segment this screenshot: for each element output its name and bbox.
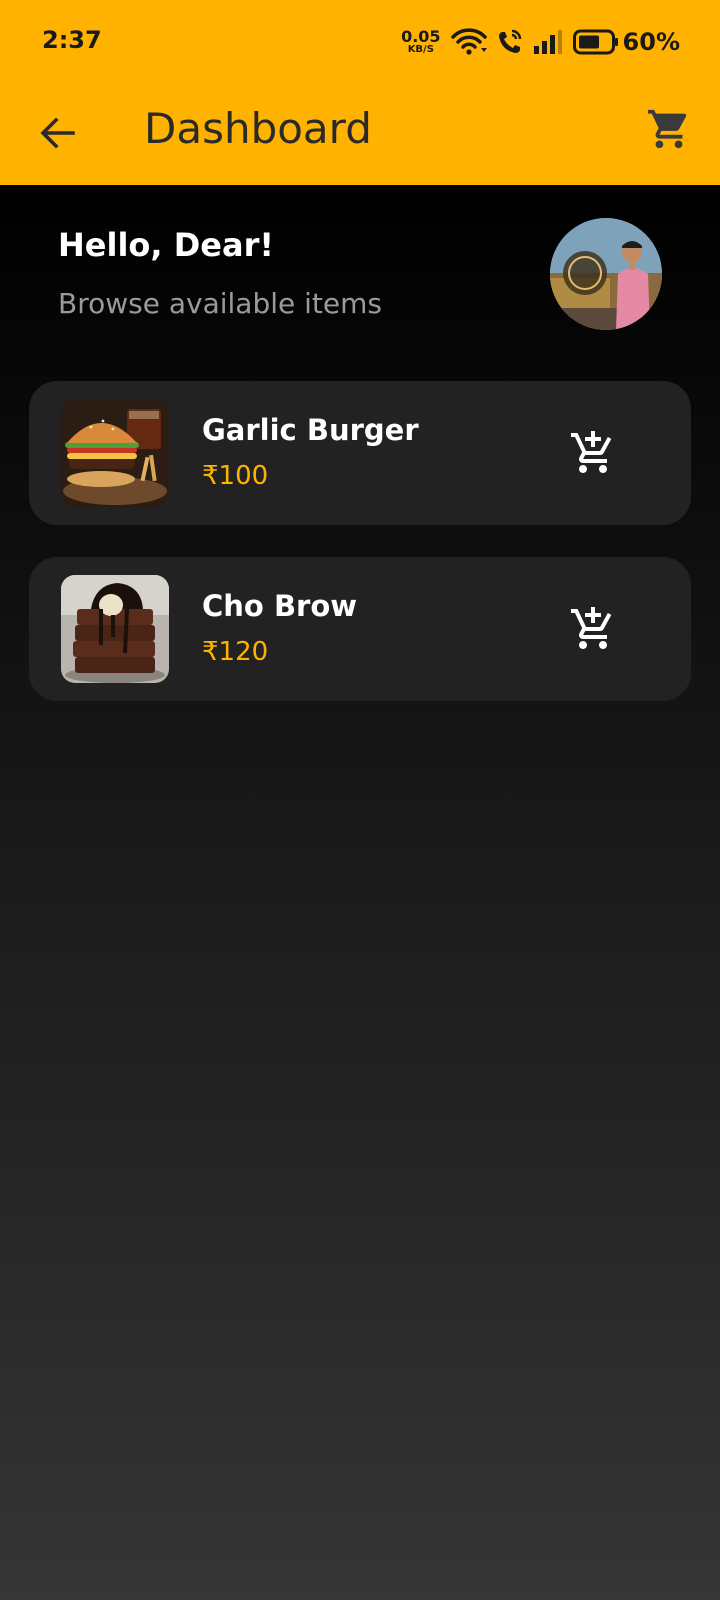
wifi-icon [450, 28, 487, 55]
status-icons: 0.05 KB/S 60% [401, 22, 680, 62]
greeting-title: Hello, Dear! [58, 226, 274, 264]
list-item[interactable]: Garlic Burger ₹100 [29, 381, 691, 525]
status-bar: 2:37 0.05 KB/S 60% [0, 0, 720, 82]
battery-icon [572, 29, 618, 55]
network-speed-unit: KB/S [407, 44, 434, 55]
signal-icon [533, 30, 562, 54]
add-to-cart-button[interactable] [569, 429, 617, 477]
greeting-subtitle: Browse available items [58, 287, 382, 320]
network-speed-value: 0.05 [401, 27, 441, 46]
shopping-cart-icon [647, 109, 687, 149]
add-to-cart-button[interactable] [569, 605, 617, 653]
add-shopping-cart-icon [571, 431, 612, 473]
volte-call-icon [498, 29, 521, 53]
list-item[interactable]: Cho Brow ₹120 [29, 557, 691, 701]
arrow-back-icon [40, 117, 75, 149]
network-speed: 0.05 KB/S [401, 29, 440, 55]
battery-percent: 60% [622, 28, 680, 56]
item-price: ₹120 [202, 637, 269, 667]
page-title: Dashboard [144, 104, 372, 153]
item-price: ₹100 [202, 461, 269, 491]
item-name: Cho Brow [202, 589, 358, 623]
brownie-image [61, 575, 169, 683]
app-bar: Dashboard [0, 82, 720, 185]
back-button[interactable] [36, 109, 78, 157]
profile-photo [550, 218, 662, 330]
avatar[interactable] [550, 218, 662, 330]
item-name: Garlic Burger [202, 413, 419, 447]
burger-image [61, 399, 169, 507]
add-shopping-cart-icon [571, 607, 612, 649]
status-time: 2:37 [42, 26, 102, 54]
cart-button[interactable] [646, 106, 692, 152]
